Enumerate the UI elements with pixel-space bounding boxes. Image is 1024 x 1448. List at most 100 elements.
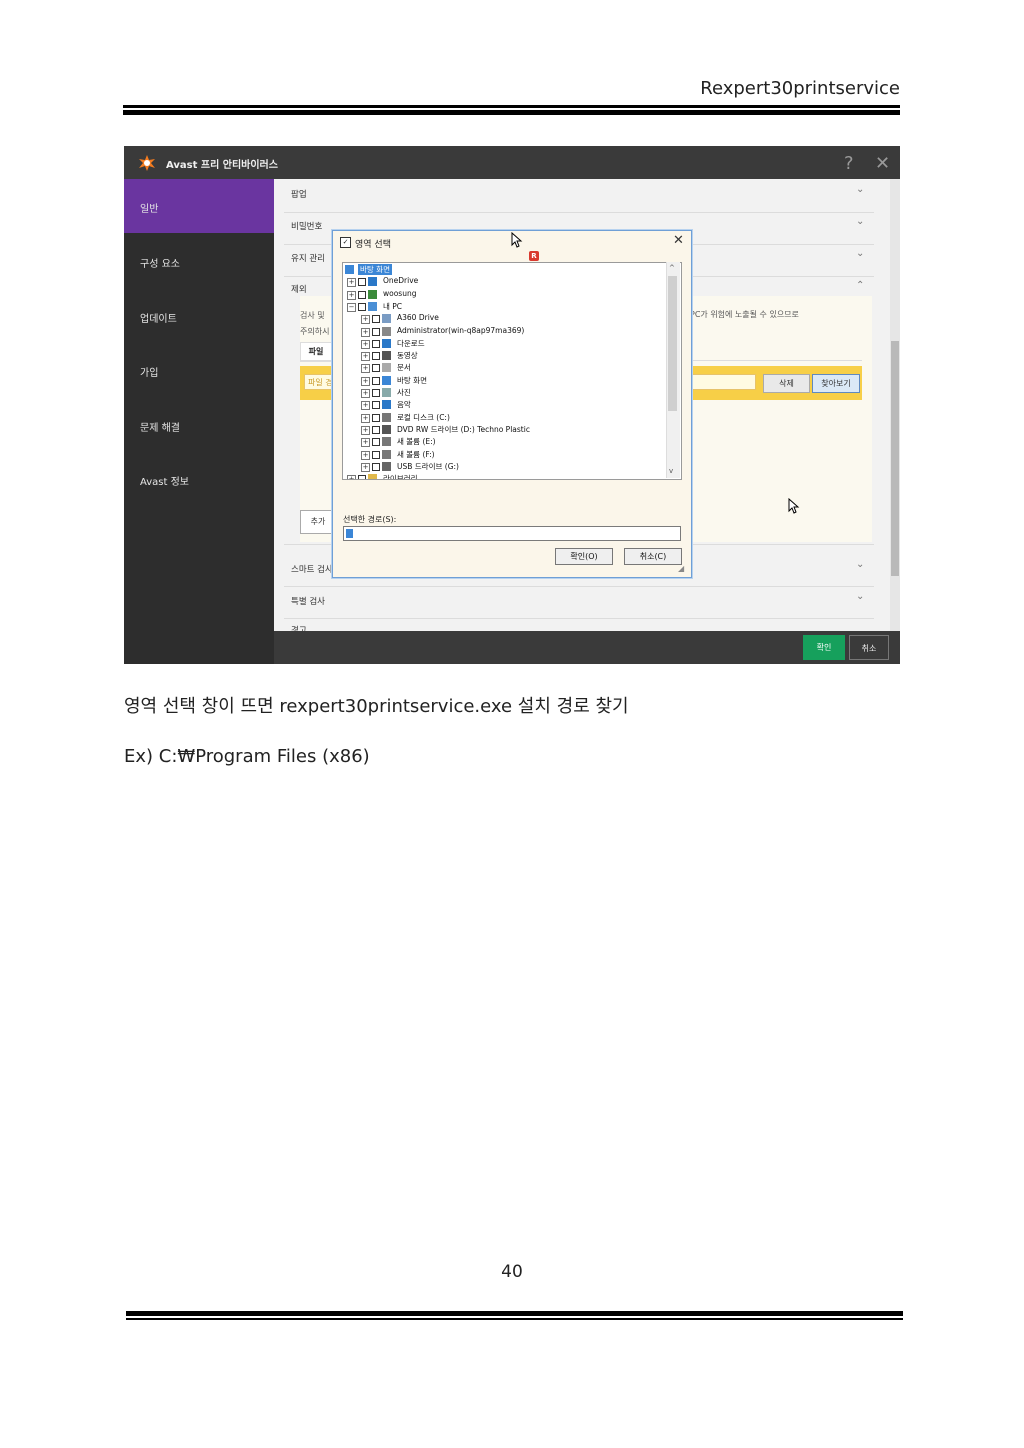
tree-checkbox[interactable]	[372, 389, 380, 397]
chevron-up-icon[interactable]: ⌃	[856, 280, 864, 291]
expand-icon[interactable]: +	[361, 327, 370, 337]
tree-item[interactable]: + 사진	[343, 387, 673, 399]
expand-icon[interactable]: +	[361, 389, 370, 398]
avast-settings-screenshot: Avast 프리 안티바이러스 ? ✕ 일반 구성 요소 업데이트 가입 문제 …	[124, 146, 900, 664]
expand-icon[interactable]: +	[361, 376, 370, 386]
tree-item-label: 동영상	[397, 351, 418, 361]
tree-checkbox[interactable]	[372, 450, 380, 459]
section-smart-scan[interactable]: 스마트 검사	[291, 563, 333, 575]
chevron-down-icon[interactable]: ⌄	[856, 591, 864, 602]
tree-checkbox[interactable]	[358, 290, 366, 299]
folder-tree[interactable]: 바탕 화면 + OneDrive + woosung − 내 PC + A360 Drive + A…	[342, 262, 682, 480]
sidebar-item-components[interactable]: 구성 요소	[124, 234, 274, 288]
expand-icon[interactable]: +	[361, 339, 370, 349]
expand-icon[interactable]: +	[361, 462, 370, 472]
tree-item[interactable]: + 새 볼륨 (F:)	[343, 449, 673, 461]
tree-item[interactable]: + 새 볼륨 (E:)	[343, 436, 673, 448]
ok-button[interactable]: 확인	[803, 635, 845, 660]
tree-checkbox[interactable]	[372, 425, 380, 434]
tree-item[interactable]: + DVD RW 드라이브 (D:) Techno Plastic	[343, 424, 673, 436]
tree-checkbox[interactable]	[372, 401, 380, 410]
selected-path-input[interactable]	[343, 526, 681, 541]
sidebar-item-label: 일반	[140, 204, 159, 215]
expand-icon[interactable]: +	[361, 364, 370, 374]
dialog-cancel-button[interactable]: 취소(C)	[624, 548, 682, 565]
tree-item[interactable]: + 로컬 디스크 (C:)	[343, 412, 673, 424]
expand-icon[interactable]: +	[361, 352, 370, 362]
disk-icon	[382, 437, 391, 447]
help-icon[interactable]: ?	[844, 153, 854, 174]
browse-button[interactable]: 찾아보기	[812, 374, 860, 393]
expand-icon[interactable]: +	[347, 278, 356, 288]
section-popup[interactable]: 팝업	[291, 188, 307, 200]
tree-checkbox[interactable]	[372, 315, 380, 324]
delete-button[interactable]: 삭제	[763, 374, 810, 393]
tree-checkbox[interactable]	[372, 352, 380, 361]
scroll-up-icon[interactable]: ^	[669, 264, 675, 272]
dialog-ok-button[interactable]: 확인(O)	[555, 548, 613, 565]
cancel-button[interactable]: 취소	[849, 635, 889, 660]
resize-grip-icon[interactable]: ◢	[678, 564, 684, 573]
tree-scroll-thumb[interactable]	[668, 276, 677, 411]
sidebar-item-about[interactable]: Avast 정보	[124, 452, 274, 506]
collapse-icon[interactable]: −	[347, 302, 356, 312]
tree-checkbox[interactable]	[358, 475, 366, 479]
expand-icon[interactable]: +	[361, 438, 370, 448]
sidebar-item-general[interactable]: 일반	[124, 179, 274, 233]
scroll-down-icon[interactable]: v	[669, 467, 673, 475]
section-exclusion[interactable]: 제외	[291, 283, 307, 295]
section-maintenance[interactable]: 유지 관리	[291, 252, 325, 264]
expand-icon[interactable]: +	[347, 475, 356, 479]
tree-checkbox[interactable]	[358, 278, 366, 287]
app-title: Avast 프리 안티바이러스	[166, 160, 278, 171]
expand-icon[interactable]: +	[347, 290, 356, 300]
sidebar-item-update[interactable]: 업데이트	[124, 289, 274, 343]
tree-item-label: 음악	[397, 400, 411, 410]
expand-icon[interactable]: +	[361, 450, 370, 460]
tree-item[interactable]: + 문서	[343, 362, 673, 374]
tree-item[interactable]: + 라이브러리	[343, 473, 673, 479]
chevron-down-icon[interactable]: ⌄	[856, 184, 864, 195]
tree-item[interactable]: + 음악	[343, 399, 673, 411]
tree-checkbox[interactable]	[358, 302, 366, 311]
section-password[interactable]: 비밀번호	[291, 220, 322, 232]
tree-item[interactable]: + 동영상	[343, 350, 673, 362]
add-button[interactable]: 추가	[300, 510, 336, 534]
tree-checkbox[interactable]	[372, 376, 380, 385]
tree-item[interactable]: + woosung	[343, 289, 673, 301]
disk-icon	[382, 449, 391, 459]
section-special-scan[interactable]: 특별 검사	[291, 595, 325, 607]
tree-item[interactable]: + 다운로드	[343, 338, 673, 350]
chevron-down-icon[interactable]: ⌄	[856, 248, 864, 259]
tree-item[interactable]: + OneDrive	[343, 276, 673, 288]
tree-checkbox[interactable]	[372, 438, 380, 447]
tree-item-label: OneDrive	[383, 276, 419, 286]
chevron-down-icon[interactable]: ⌄	[856, 559, 864, 570]
tree-item[interactable]: + Administrator(win-q8ap97ma369)	[343, 326, 673, 338]
tree-checkbox[interactable]	[372, 462, 380, 471]
tree-item[interactable]: − 내 PC	[343, 301, 673, 313]
dialog-close-icon[interactable]: ✕	[673, 233, 684, 248]
expand-icon[interactable]: +	[361, 413, 370, 423]
sidebar-item-troubleshooting[interactable]: 문제 해결	[124, 398, 274, 452]
sidebar-item-label: 구성 요소	[140, 259, 180, 270]
tree-item-label: 사진	[397, 388, 411, 397]
close-icon[interactable]: ✕	[875, 153, 890, 174]
sidebar-item-subscription[interactable]: 가입	[124, 343, 274, 397]
tree-checkbox[interactable]	[372, 364, 380, 373]
user-icon	[368, 289, 377, 299]
expand-icon[interactable]: +	[361, 401, 370, 411]
content-scroll-thumb[interactable]	[891, 341, 899, 576]
tree-item[interactable]: + A360 Drive	[343, 313, 673, 325]
tree-item[interactable]: + USB 드라이브 (G:)	[343, 461, 673, 473]
desktop-icon	[345, 265, 354, 274]
tree-item[interactable]: 바탕 화면	[343, 264, 673, 276]
tree-checkbox[interactable]	[372, 327, 380, 336]
tree-checkbox[interactable]	[372, 339, 380, 348]
chevron-down-icon[interactable]: ⌄	[856, 216, 864, 227]
tab-file[interactable]: 파일	[300, 342, 332, 362]
tree-item[interactable]: + 바탕 화면	[343, 375, 673, 387]
expand-icon[interactable]: +	[361, 425, 370, 435]
expand-icon[interactable]: +	[361, 315, 370, 325]
tree-checkbox[interactable]	[372, 413, 380, 422]
